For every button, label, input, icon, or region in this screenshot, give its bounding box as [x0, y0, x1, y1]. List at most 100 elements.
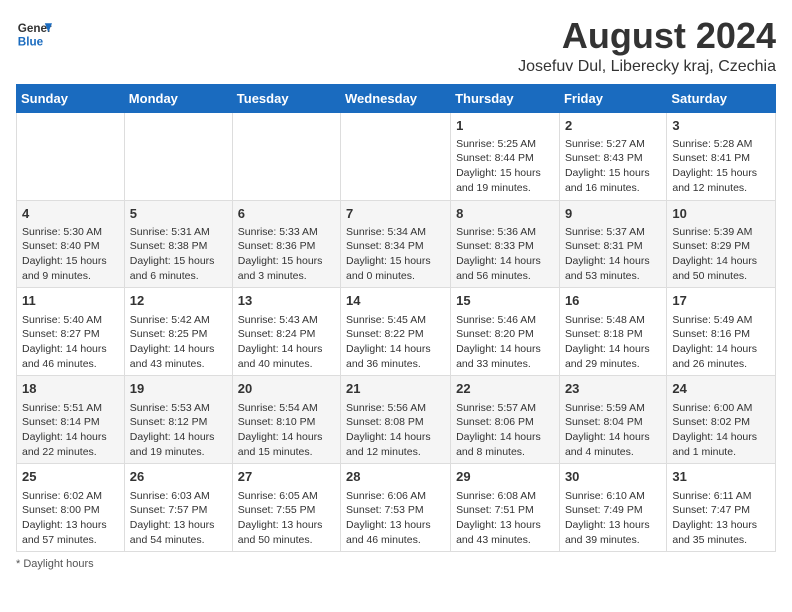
sunrise-text: Sunrise: 6:11 AM: [672, 490, 751, 502]
calendar-body: 1Sunrise: 5:25 AMSunset: 8:44 PMDaylight…: [17, 112, 776, 552]
sunrise-text: Sunrise: 5:37 AM: [565, 226, 645, 238]
week-row-1: 1Sunrise: 5:25 AMSunset: 8:44 PMDaylight…: [17, 112, 776, 200]
daylight-text: Daylight: 14 hours and 12 minutes.: [346, 431, 431, 458]
day-number: 24: [672, 380, 770, 398]
sunset-text: Sunset: 8:38 PM: [130, 240, 208, 252]
calendar-cell: 17Sunrise: 5:49 AMSunset: 8:16 PMDayligh…: [667, 288, 776, 376]
header-row: SundayMondayTuesdayWednesdayThursdayFrid…: [17, 84, 776, 112]
day-number: 6: [238, 205, 335, 223]
sunset-text: Sunset: 7:57 PM: [130, 504, 208, 516]
calendar-cell: 24 Sunrise: 6:00 AM Sunset: 8:02 PM Dayligh…: [667, 376, 776, 464]
sunrise-text: Sunrise: 5:45 AM: [346, 314, 426, 326]
daylight-text: Daylight: 15 hours and 16 minutes.: [565, 167, 650, 194]
daylight-text: Daylight: 13 hours and 46 minutes.: [346, 519, 431, 546]
day-number: 12: [130, 292, 227, 310]
sunrise-text: Sunrise: 5:36 AM: [456, 226, 536, 238]
sunrise-text: Sunrise: 5:31 AM: [130, 226, 210, 238]
sunrise-text: Sunrise: 6:02 AM: [22, 490, 102, 502]
day-number: 11: [22, 292, 119, 310]
day-number: 20: [238, 380, 335, 398]
sunset-text: Sunset: 8:18 PM: [565, 328, 643, 340]
day-number: 10: [672, 205, 770, 223]
calendar-cell: 1Sunrise: 5:25 AMSunset: 8:44 PMDaylight…: [451, 112, 560, 200]
daylight-text: Daylight: 14 hours and 43 minutes.: [130, 343, 215, 370]
sunrise-text: Sunrise: 5:51 AM: [22, 402, 102, 414]
day-number: 30: [565, 468, 661, 486]
sunrise-text: Sunrise: 6:00 AM: [672, 402, 752, 414]
sunrise-text: Sunrise: 5:34 AM: [346, 226, 426, 238]
calendar-cell: 26Sunrise: 6:03 AMSunset: 7:57 PMDayligh…: [124, 464, 232, 552]
calendar-cell: 6Sunrise: 5:33 AMSunset: 8:36 PMDaylight…: [232, 200, 340, 288]
sunset-text: Sunset: 8:02 PM: [672, 416, 750, 428]
day-number: 27: [238, 468, 335, 486]
calendar-cell: 8Sunrise: 5:36 AMSunset: 8:33 PMDaylight…: [451, 200, 560, 288]
day-number: 17: [672, 292, 770, 310]
calendar-cell: 21Sunrise: 5:56 AMSunset: 8:08 PMDayligh…: [341, 376, 451, 464]
sunset-text: Sunset: 7:51 PM: [456, 504, 534, 516]
calendar-cell: 2Sunrise: 5:27 AMSunset: 8:43 PMDaylight…: [559, 112, 666, 200]
calendar-cell: 28Sunrise: 6:06 AMSunset: 7:53 PMDayligh…: [341, 464, 451, 552]
daylight-text: Daylight: 14 hours and 50 minutes.: [672, 255, 757, 282]
calendar-cell: [124, 112, 232, 200]
daylight-text: Daylight: 15 hours and 0 minutes.: [346, 255, 431, 282]
calendar-cell: 27Sunrise: 6:05 AMSunset: 7:55 PMDayligh…: [232, 464, 340, 552]
sunset-text: Sunset: 8:22 PM: [346, 328, 424, 340]
header-day-sunday: Sunday: [17, 84, 125, 112]
day-number: 3: [672, 117, 770, 135]
sunrise-text: Sunrise: 6:10 AM: [565, 490, 645, 502]
daylight-text: Daylight: 13 hours and 35 minutes.: [672, 519, 757, 546]
calendar-cell: 11Sunrise: 5:40 AMSunset: 8:27 PMDayligh…: [17, 288, 125, 376]
day-number: 8: [456, 205, 554, 223]
sunrise-text: Sunrise: 5:57 AM: [456, 402, 536, 414]
calendar-cell: 30Sunrise: 6:10 AMSunset: 7:49 PMDayligh…: [559, 464, 666, 552]
sunset-text: Sunset: 8:27 PM: [22, 328, 100, 340]
sunset-text: Sunset: 8:04 PM: [565, 416, 643, 428]
sunset-text: Sunset: 7:55 PM: [238, 504, 316, 516]
calendar-cell: 31 Sunrise: 6:11 AM Sunset: 7:47 PM Dayligh…: [667, 464, 776, 552]
sunset-text: Sunset: 8:34 PM: [346, 240, 424, 252]
day-number: 16: [565, 292, 661, 310]
header-day-wednesday: Wednesday: [341, 84, 451, 112]
day-number: 28: [346, 468, 445, 486]
daylight-text: Daylight: 14 hours and 53 minutes.: [565, 255, 650, 282]
daylight-text: Daylight: 13 hours and 43 minutes.: [456, 519, 541, 546]
calendar-cell: 20Sunrise: 5:54 AMSunset: 8:10 PMDayligh…: [232, 376, 340, 464]
daylight-text: Daylight: 14 hours and 46 minutes.: [22, 343, 107, 370]
sunset-text: Sunset: 8:12 PM: [130, 416, 208, 428]
daylight-text: Daylight: 14 hours and 33 minutes.: [456, 343, 541, 370]
daylight-text: Daylight: 14 hours and 1 minute.: [672, 431, 757, 458]
day-number: 5: [130, 205, 227, 223]
sunset-text: Sunset: 8:31 PM: [565, 240, 643, 252]
day-number: 2: [565, 117, 661, 135]
sunset-text: Sunset: 8:25 PM: [130, 328, 208, 340]
sunset-text: Sunset: 8:29 PM: [672, 240, 750, 252]
calendar-cell: 3Sunrise: 5:28 AMSunset: 8:41 PMDaylight…: [667, 112, 776, 200]
day-number: 23: [565, 380, 661, 398]
calendar-cell: 25Sunrise: 6:02 AMSunset: 8:00 PMDayligh…: [17, 464, 125, 552]
daylight-text: Daylight: 14 hours and 26 minutes.: [672, 343, 757, 370]
daylight-text: Daylight: 13 hours and 54 minutes.: [130, 519, 215, 546]
calendar-cell: 15Sunrise: 5:46 AMSunset: 8:20 PMDayligh…: [451, 288, 560, 376]
sunset-text: Sunset: 8:33 PM: [456, 240, 534, 252]
day-number: 29: [456, 468, 554, 486]
daylight-text: Daylight: 14 hours and 36 minutes.: [346, 343, 431, 370]
calendar-cell: 13Sunrise: 5:43 AMSunset: 8:24 PMDayligh…: [232, 288, 340, 376]
daylight-text: Daylight: 15 hours and 12 minutes.: [672, 167, 757, 194]
sunrise-text: Sunrise: 5:59 AM: [565, 402, 645, 414]
day-number: 26: [130, 468, 227, 486]
calendar-cell: [17, 112, 125, 200]
title-area: August 2024 Josefuv Dul, Liberecky kraj,…: [518, 16, 776, 76]
day-number: 19: [130, 380, 227, 398]
sunset-text: Sunset: 7:47 PM: [672, 504, 750, 516]
week-row-4: 18Sunrise: 5:51 AMSunset: 8:14 PMDayligh…: [17, 376, 776, 464]
sunset-text: Sunset: 8:10 PM: [238, 416, 316, 428]
day-number: 25: [22, 468, 119, 486]
sunrise-text: Sunrise: 6:06 AM: [346, 490, 426, 502]
header-day-thursday: Thursday: [451, 84, 560, 112]
sunset-text: Sunset: 8:00 PM: [22, 504, 100, 516]
day-number: 31: [672, 468, 770, 486]
sunrise-text: Sunrise: 5:42 AM: [130, 314, 210, 326]
daylight-text: Daylight: 15 hours and 3 minutes.: [238, 255, 323, 282]
calendar-cell: [341, 112, 451, 200]
week-row-3: 11Sunrise: 5:40 AMSunset: 8:27 PMDayligh…: [17, 288, 776, 376]
